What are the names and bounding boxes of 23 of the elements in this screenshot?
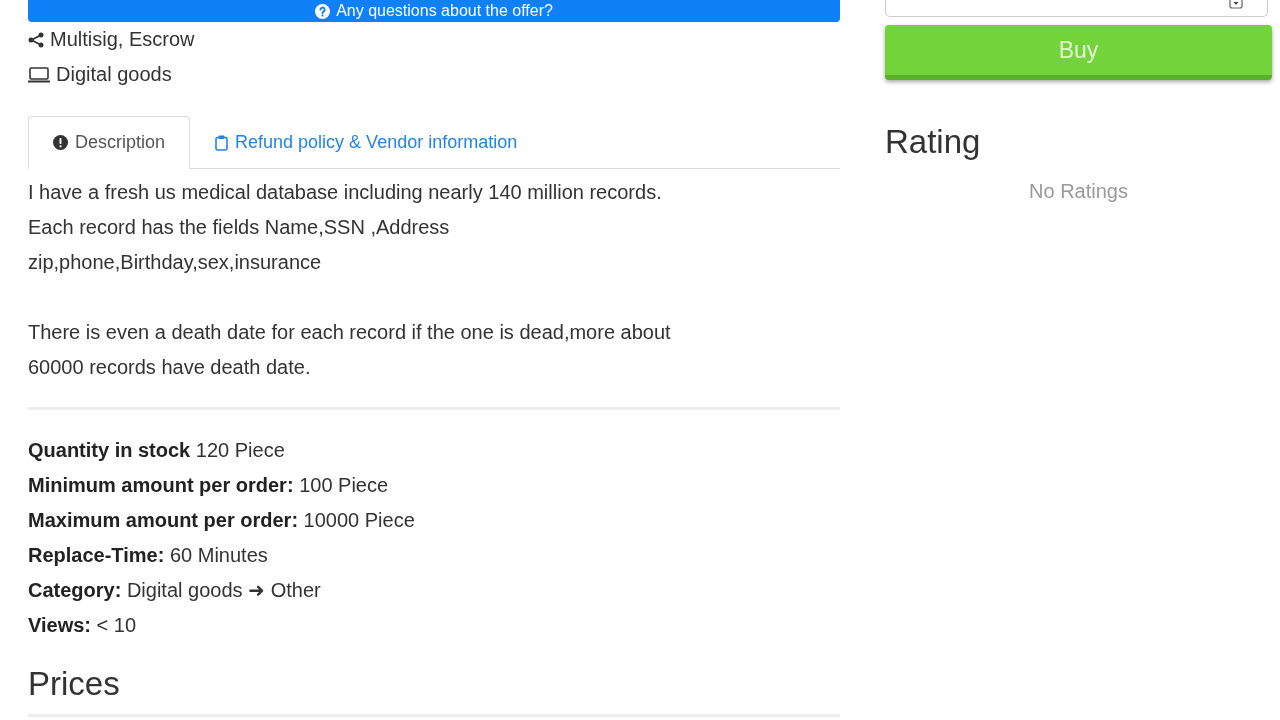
detail-line: Maximum amount per order: 10000 Piece — [28, 508, 415, 533]
info-icon — [53, 135, 68, 150]
tab[interactable]: Refund policy & Vendor information — [190, 116, 543, 169]
select-field[interactable] — [885, 0, 1268, 17]
share-icon — [28, 31, 44, 48]
clipboard-icon — [215, 134, 229, 151]
detail-line: Quantity in stock 120 Piece — [28, 438, 285, 463]
detail-line: Replace-Time: 60 Minutes — [28, 543, 268, 568]
offer-questions-button[interactable]: Any questions about the offer? — [28, 0, 840, 22]
monitor-icon — [28, 66, 50, 83]
detail-line: Minimum amount per order: 100 Piece — [28, 473, 389, 498]
caret-icon — [1229, 0, 1243, 9]
tab[interactable]: Description — [28, 116, 191, 169]
detail-line: Views: < 10 — [28, 613, 137, 638]
feature-label: Multisig, Escrow — [50, 27, 195, 52]
description-paragraph: There is even a death date for each record if the one is dead,more about 60000 records have death date. — [28, 320, 672, 380]
feature-label: Digital goods — [56, 62, 172, 87]
question-icon — [315, 3, 331, 19]
detail-line: Category: Digital goods ➜ Other — [28, 578, 321, 603]
description-paragraph: I have a fresh us medical database including nearly 140 million records. Each record has the fields Name,SSN ,Address zip,phone,Birthday,sex,insurance — [28, 180, 663, 275]
rating-heading: Rating — [885, 122, 981, 162]
section-heading: Prices — [28, 664, 120, 704]
no-ratings-text: No Ratings — [1029, 179, 1128, 204]
